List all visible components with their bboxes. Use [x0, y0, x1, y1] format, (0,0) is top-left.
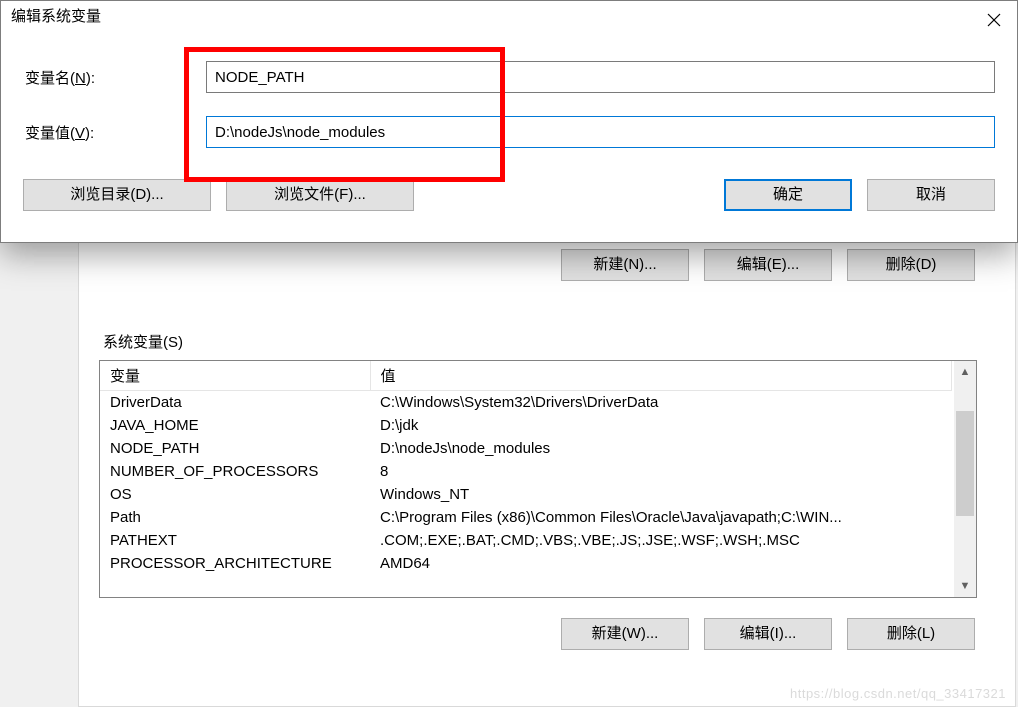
cell-value: Windows_NT	[370, 483, 952, 506]
edit-form: 变量名(N): 变量值(V):	[1, 31, 1017, 148]
cell-value: AMD64	[370, 552, 952, 575]
user-delete-button[interactable]: 删除(D)	[847, 249, 975, 281]
table-row[interactable]: JAVA_HOMED:\jdk	[100, 414, 952, 437]
cancel-button[interactable]: 取消	[867, 179, 995, 211]
cell-variable: Path	[100, 506, 370, 529]
cell-value: D:\nodeJs\node_modules	[370, 437, 952, 460]
cell-value: .COM;.EXE;.BAT;.CMD;.VBS;.VBE;.JS;.JSE;.…	[370, 529, 952, 552]
cell-variable: NODE_PATH	[100, 437, 370, 460]
watermark-text: https://blog.csdn.net/qq_33417321	[790, 686, 1006, 701]
scroll-down-icon[interactable]: ▼	[954, 575, 976, 597]
edit-dialog-buttons: 浏览目录(D)... 浏览文件(F)... 确定 取消	[1, 171, 1017, 211]
system-vars-table: 变量 值 DriverDataC:\Windows\System32\Drive…	[100, 361, 952, 575]
cell-variable: NUMBER_OF_PROCESSORS	[100, 460, 370, 483]
cell-value: 8	[370, 460, 952, 483]
browse-file-button[interactable]: 浏览文件(F)...	[226, 179, 414, 211]
close-icon	[987, 13, 1001, 27]
user-vars-buttons-partial: 新建(N)... 编辑(E)... 删除(D)	[99, 241, 975, 281]
env-vars-dialog: 新建(N)... 编辑(E)... 删除(D) 系统变量(S) 变量 值 Dri…	[78, 240, 1016, 707]
cell-value: C:\Program Files (x86)\Common Files\Orac…	[370, 506, 952, 529]
scroll-up-icon[interactable]: ▲	[954, 361, 976, 383]
table-row[interactable]: PATHEXT.COM;.EXE;.BAT;.CMD;.VBS;.VBE;.JS…	[100, 529, 952, 552]
sys-delete-button[interactable]: 删除(L)	[847, 618, 975, 650]
table-row[interactable]: NUMBER_OF_PROCESSORS8	[100, 460, 952, 483]
scrollbar-thumb[interactable]	[956, 411, 974, 516]
variable-name-label: 变量名(N):	[23, 67, 206, 88]
table-row[interactable]: NODE_PATHD:\nodeJs\node_modules	[100, 437, 952, 460]
sys-edit-button[interactable]: 编辑(I)...	[704, 618, 832, 650]
table-row[interactable]: DriverDataC:\Windows\System32\Drivers\Dr…	[100, 391, 952, 415]
table-row[interactable]: PathC:\Program Files (x86)\Common Files\…	[100, 506, 952, 529]
scrollbar-track[interactable]: ▲ ▼	[954, 361, 976, 597]
dialog-titlebar: 编辑系统变量	[1, 1, 1017, 31]
browse-directory-button[interactable]: 浏览目录(D)...	[23, 179, 211, 211]
env-vars-content: 新建(N)... 编辑(E)... 删除(D) 系统变量(S) 变量 值 Dri…	[79, 241, 995, 701]
user-edit-button[interactable]: 编辑(E)...	[704, 249, 832, 281]
edit-system-variable-dialog: 编辑系统变量 变量名(N): 变量值(V): 浏览目录(D)... 浏览文件(F…	[0, 0, 1018, 243]
col-header-variable[interactable]: 变量	[100, 361, 370, 391]
cell-value: D:\jdk	[370, 414, 952, 437]
variable-value-label: 变量值(V):	[23, 122, 206, 143]
table-row[interactable]: OSWindows_NT	[100, 483, 952, 506]
dialog-title: 编辑系统变量	[11, 5, 101, 26]
cell-variable: PROCESSOR_ARCHITECTURE	[100, 552, 370, 575]
variable-name-input[interactable]	[206, 61, 995, 93]
col-header-value[interactable]: 值	[370, 361, 952, 391]
table-row[interactable]: PROCESSOR_ARCHITECTUREAMD64	[100, 552, 952, 575]
cell-variable: DriverData	[100, 391, 370, 415]
variable-value-input[interactable]	[206, 116, 995, 148]
cell-variable: OS	[100, 483, 370, 506]
system-vars-label: 系统变量(S)	[99, 331, 975, 352]
sys-new-button[interactable]: 新建(W)...	[561, 618, 689, 650]
cell-value: C:\Windows\System32\Drivers\DriverData	[370, 391, 952, 415]
cell-variable: PATHEXT	[100, 529, 370, 552]
ok-button[interactable]: 确定	[724, 179, 852, 211]
system-vars-buttons: 新建(W)... 编辑(I)... 删除(L)	[99, 618, 975, 650]
system-vars-list[interactable]: 变量 值 DriverDataC:\Windows\System32\Drive…	[99, 360, 977, 598]
user-new-button[interactable]: 新建(N)...	[561, 249, 689, 281]
cell-variable: JAVA_HOME	[100, 414, 370, 437]
